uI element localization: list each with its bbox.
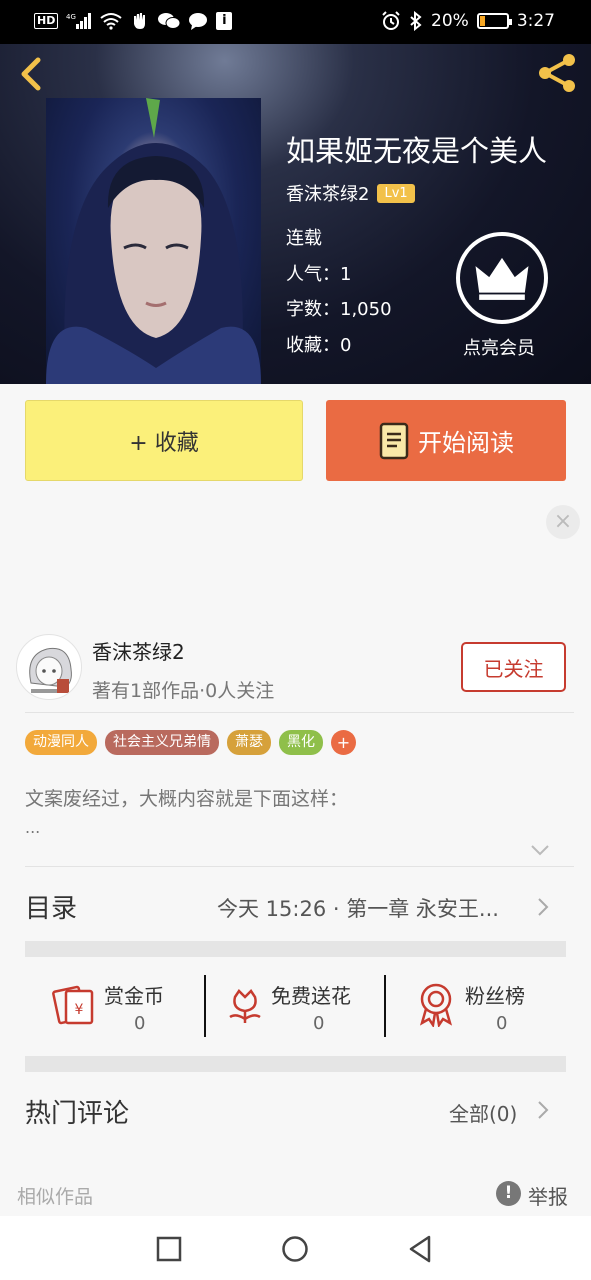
divider bbox=[25, 712, 574, 713]
battery-percent: 20% bbox=[431, 11, 469, 31]
share-icon[interactable] bbox=[535, 50, 581, 96]
tag-item[interactable]: 黑化 bbox=[279, 730, 323, 755]
hand-icon bbox=[134, 13, 146, 29]
report-icon[interactable]: ! bbox=[496, 1181, 521, 1206]
add-favorite-button[interactable]: + 收藏 bbox=[25, 400, 303, 481]
tag-item[interactable]: 动漫同人 bbox=[25, 730, 97, 755]
wifi-icon bbox=[100, 13, 122, 30]
book-status: 连载 bbox=[286, 228, 322, 249]
signal-icon: 4G bbox=[66, 13, 92, 29]
author-avatar[interactable] bbox=[16, 634, 82, 700]
chevron-down-icon[interactable] bbox=[530, 840, 550, 860]
free-flowers-label: 免费送花 bbox=[271, 984, 351, 1008]
tag-item[interactable]: 萧瑟 bbox=[227, 730, 271, 755]
start-reading-label: 开始阅读 bbox=[418, 429, 514, 457]
hd-icon: HD bbox=[34, 13, 59, 29]
vip-crown-icon[interactable] bbox=[456, 232, 548, 324]
fan-ranking-button[interactable]: 粉丝榜 0 bbox=[414, 975, 544, 1037]
tag-list: 动漫同人 社会主义兄弟情 萧瑟 黑化 + bbox=[25, 730, 356, 755]
tag-item[interactable]: 社会主义兄弟情 bbox=[105, 730, 219, 755]
bluetooth-icon bbox=[410, 11, 422, 31]
medal-icon bbox=[419, 983, 453, 1027]
clock: 3:27 bbox=[516, 11, 555, 31]
system-nav-bar bbox=[0, 1216, 591, 1280]
follow-button[interactable]: 已关注 bbox=[461, 642, 566, 692]
reward-coins-button[interactable]: ¥ 赏金币 0 bbox=[52, 975, 192, 1037]
fan-ranking-label: 粉丝榜 bbox=[465, 984, 525, 1008]
status-bar: HD 4G i 20% 3:27 bbox=[0, 0, 591, 44]
recent-apps-icon[interactable] bbox=[155, 1235, 183, 1263]
description-ellipsis: ... bbox=[25, 818, 41, 837]
book-cover[interactable] bbox=[46, 98, 261, 384]
info-icon: i bbox=[216, 12, 233, 30]
book-description: 文案废经过，大概内容就是下面这样： bbox=[25, 788, 349, 810]
divider bbox=[25, 866, 574, 867]
free-flowers-value: 0 bbox=[313, 1013, 325, 1034]
section-separator bbox=[25, 941, 566, 957]
hot-comments-label: 热门评论 bbox=[25, 1099, 130, 1129]
section-separator bbox=[25, 1056, 566, 1072]
similar-works-label: 相似作品 bbox=[17, 1186, 94, 1208]
all-comments-link[interactable]: 全部(0) bbox=[449, 1098, 517, 1127]
svg-text:¥: ¥ bbox=[75, 1002, 84, 1018]
cover-illustration bbox=[46, 98, 261, 384]
avatar-illustration bbox=[29, 647, 72, 693]
vip-label[interactable]: 点亮会员 bbox=[463, 334, 535, 360]
book-icon bbox=[379, 422, 409, 459]
wechat-icon bbox=[158, 13, 181, 29]
battery-icon bbox=[476, 13, 512, 29]
book-header: 如果姬无夜是个美人 香沫茶绿2 Lv1 连载 人气：1 字数：1,050 收藏：… bbox=[0, 44, 591, 384]
level-badge: Lv1 bbox=[377, 183, 415, 203]
reward-coins-value: 0 bbox=[134, 1013, 146, 1034]
author-row: 香沫茶绿2 Lv1 bbox=[286, 180, 415, 206]
stat-separator bbox=[384, 975, 386, 1037]
book-popularity: 人气：1 bbox=[286, 264, 352, 285]
home-icon[interactable] bbox=[281, 1235, 309, 1263]
catalog-label[interactable]: 目录 bbox=[25, 888, 77, 925]
svg-text:4G: 4G bbox=[66, 13, 76, 21]
stat-separator bbox=[204, 975, 206, 1037]
status-icons-right: 20% 3:27 bbox=[381, 11, 555, 31]
book-title: 如果姬无夜是个美人 bbox=[286, 134, 548, 168]
add-favorite-label: + 收藏 bbox=[129, 430, 199, 456]
author-card-name[interactable]: 香沫茶绿2 bbox=[92, 636, 185, 665]
red-envelope-icon: ¥ bbox=[52, 985, 94, 1025]
flower-icon bbox=[229, 989, 261, 1023]
chevron-right-icon[interactable] bbox=[535, 896, 551, 918]
reward-coins-label: 赏金币 bbox=[104, 984, 164, 1008]
back-nav-icon[interactable] bbox=[407, 1235, 435, 1263]
header-author-name[interactable]: 香沫茶绿2 bbox=[286, 180, 369, 206]
chevron-right-icon[interactable] bbox=[535, 1099, 551, 1121]
latest-chapter[interactable]: 今天 15:26 · 第一章 永安王... bbox=[217, 893, 499, 923]
start-reading-button[interactable]: 开始阅读 bbox=[326, 400, 566, 481]
close-icon[interactable]: × bbox=[546, 505, 580, 539]
back-icon[interactable] bbox=[14, 54, 50, 94]
report-link[interactable]: 举报 bbox=[528, 1181, 568, 1210]
author-card-stats: 著有1部作品·0人关注 bbox=[92, 680, 275, 702]
alarm-icon bbox=[382, 11, 400, 30]
free-flowers-button[interactable]: 免费送花 0 bbox=[222, 975, 372, 1037]
book-word-count: 字数：1,050 bbox=[286, 299, 392, 320]
add-tag-button[interactable]: + bbox=[331, 730, 356, 755]
book-favorites: 收藏：0 bbox=[286, 335, 352, 356]
status-icons-left: HD 4G i bbox=[34, 11, 233, 31]
message-icon bbox=[189, 13, 208, 30]
follow-button-label: 已关注 bbox=[483, 656, 544, 681]
fan-ranking-value: 0 bbox=[496, 1013, 508, 1034]
